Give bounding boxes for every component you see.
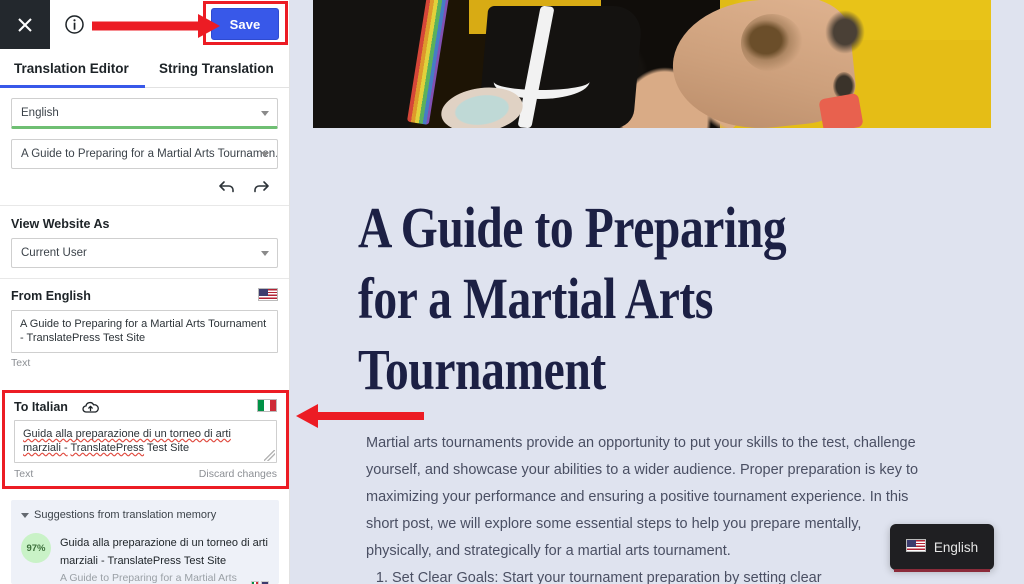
page-title: A Guide to Preparing for a Martial Arts … xyxy=(358,195,787,402)
undo-arrow-icon[interactable] xyxy=(217,177,237,197)
source-meta: Text xyxy=(0,353,289,369)
translation-editor-sidebar: Save Translation Editor String Translati… xyxy=(0,0,290,584)
language-switcher-widget[interactable]: English xyxy=(890,524,994,572)
suggestion-source-text: A Guide to Preparing for a Martial Arts … xyxy=(60,572,237,584)
suggestions-toggle[interactable]: Suggestions from translation memory xyxy=(21,509,269,521)
flag-it-icon xyxy=(257,399,277,415)
history-controls xyxy=(0,169,289,203)
sidebar-topbar: Save xyxy=(0,0,289,49)
chevron-down-icon xyxy=(261,110,269,116)
target-meta-label: Text xyxy=(14,468,34,480)
app-root: Save Translation Editor String Translati… xyxy=(0,0,1024,584)
info-circle-icon[interactable] xyxy=(63,13,86,36)
triangle-down-icon xyxy=(21,512,29,518)
view-as-select-wrap: Current User xyxy=(0,238,289,268)
suggestion-text: Guida alla preparazione di un torneo di … xyxy=(60,537,268,567)
target-text-wrap: Guida alla preparazione di un torneo di … xyxy=(5,420,286,463)
translation-memory-suggestions: Suggestions from translation memory 97% … xyxy=(11,500,279,584)
website-preview: A Guide to Preparing for a Martial Arts … xyxy=(290,0,1024,584)
string-select-wrap: A Guide to Preparing for a Martial Arts … xyxy=(0,129,289,169)
suggestion-source: A Guide to Preparing for a Martial Arts … xyxy=(60,572,269,584)
language-select-wrap: English xyxy=(0,88,289,129)
view-as-value: Current User xyxy=(21,247,87,259)
target-language-header: To Italian xyxy=(5,393,286,420)
source-text-area: A Guide to Preparing for a Martial Arts … xyxy=(11,310,278,353)
save-button[interactable]: Save xyxy=(211,8,279,40)
language-select[interactable]: English xyxy=(11,98,278,129)
view-website-as-heading: View Website As xyxy=(11,217,110,231)
close-icon[interactable] xyxy=(0,0,50,49)
suggestion-item[interactable]: 97% Guida alla preparazione di un torneo… xyxy=(21,533,269,584)
suggestions-heading: Suggestions from translation memory xyxy=(34,509,217,521)
target-meta: Text Discard changes xyxy=(5,463,286,480)
chevron-down-icon xyxy=(261,251,269,256)
language-switcher-label: English xyxy=(933,539,979,555)
redo-arrow-icon[interactable] xyxy=(251,177,271,197)
language-switcher-underline xyxy=(894,569,990,572)
target-language-label: To Italian xyxy=(14,400,68,414)
tab-string-translation[interactable]: String Translation xyxy=(145,49,274,87)
string-select[interactable]: A Guide to Preparing for a Martial Arts … xyxy=(11,139,278,169)
target-text-line2-word: TranslatePress xyxy=(70,442,145,454)
source-language-label: From English xyxy=(11,289,91,303)
discard-changes-button[interactable]: Discard changes xyxy=(199,468,277,480)
source-language-header: From English xyxy=(0,279,289,310)
tab-translation-editor[interactable]: Translation Editor xyxy=(0,49,145,88)
flag-us-icon xyxy=(905,539,926,555)
resize-grip-icon[interactable] xyxy=(264,450,275,461)
view-as-select[interactable]: Current User xyxy=(11,238,278,268)
target-text-area[interactable]: Guida alla preparazione di un torneo di … xyxy=(14,420,277,463)
chevron-down-icon xyxy=(261,152,269,157)
editor-tabs: Translation Editor String Translation xyxy=(0,49,289,88)
to-italian-highlight-block: To Italian Guida alla preparazione di un… xyxy=(2,390,289,489)
hero-image xyxy=(313,0,991,128)
source-meta-label: Text xyxy=(11,357,31,369)
string-select-value: A Guide to Preparing for a Martial Arts … xyxy=(21,148,278,160)
language-select-value: English xyxy=(21,106,59,119)
suggestion-score-badge: 97% xyxy=(21,533,51,563)
source-text-wrap: A Guide to Preparing for a Martial Arts … xyxy=(0,310,289,353)
post-steps-list: Set Clear Goals: Start your tournament p… xyxy=(366,565,946,584)
list-item: Set Clear Goals: Start your tournament p… xyxy=(392,565,946,584)
post-intro-paragraph: Martial arts tournaments provide an oppo… xyxy=(366,435,919,559)
flag-us-icon xyxy=(258,288,278,304)
cloud-upload-icon[interactable] xyxy=(82,400,99,415)
target-text-line2-rest: Test Site xyxy=(144,442,190,454)
